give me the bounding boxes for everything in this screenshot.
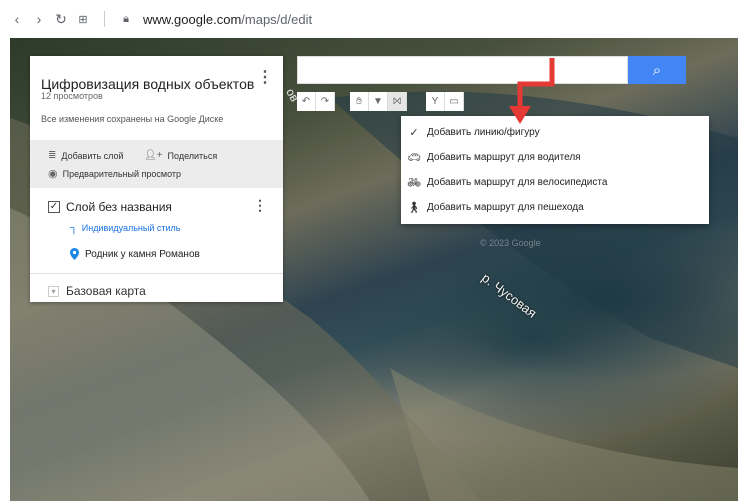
share-label: Поделиться <box>167 150 218 161</box>
extra-tools-group: Υ ▭ <box>426 92 464 112</box>
eye-icon: ◉ <box>48 168 58 180</box>
menu-item-driving-route[interactable]: 🚗︎ Добавить маршрут для водителя <box>401 145 709 169</box>
url-path: /maps/d/edit <box>241 11 313 27</box>
divider <box>30 273 283 274</box>
layer-checkbox[interactable]: ✓ <box>48 201 60 213</box>
add-layer-button[interactable]: ≣ Добавить слой <box>48 150 124 161</box>
redo-icon[interactable]: ↷ <box>316 92 335 111</box>
checkmark-icon: ✓ <box>409 126 419 139</box>
draw-options-menu: ✓ Добавить линию/фигуру 🚗︎ Добавить марш… <box>401 116 709 224</box>
preview-button[interactable]: ◉ Предварительный просмотр <box>48 167 181 180</box>
forward-icon[interactable]: › <box>28 11 50 27</box>
layer-name[interactable]: Слой без названия <box>66 200 172 214</box>
pedestrian-icon: 🚶︎ <box>407 201 421 214</box>
layer-style-link[interactable]: ┐ Индивидуальный стиль <box>70 222 180 234</box>
toolbar-divider <box>104 11 105 27</box>
more-options-icon[interactable]: ⋮ <box>257 70 273 86</box>
menu-item-walking-route[interactable]: 🚶︎ Добавить маршрут для пешехода <box>401 195 709 219</box>
address-bar[interactable]: www.google.com/maps/d/edit <box>143 12 312 27</box>
menu-item-label: Добавить маршрут для пешехода <box>427 201 584 213</box>
ruler-icon[interactable]: ▭ <box>445 92 464 111</box>
preview-label: Предварительный просмотр <box>62 168 182 179</box>
layer-style-label: Индивидуальный стиль <box>81 223 181 233</box>
basemap-label: Базовая карта <box>66 284 146 298</box>
url-domain: www.google.com <box>143 11 242 27</box>
add-layer-label: Добавить слой <box>61 150 124 161</box>
map-title[interactable]: Цифровизация водных объектов <box>41 76 254 92</box>
add-marker-icon[interactable]: ▼ <box>369 92 388 111</box>
expand-arrow-icon[interactable]: ▾ <box>48 285 59 297</box>
car-icon: 🚗︎ <box>407 151 421 164</box>
undo-redo-group: ↶ ↷ <box>297 92 335 112</box>
menu-item-label: Добавить линию/фигуру <box>427 126 540 138</box>
browser-toolbar: ‹ › ↻ ⊞ 🔒︎ www.google.com/maps/d/edit <box>0 0 738 38</box>
views-count: 12 просмотров <box>41 91 103 101</box>
feature-item[interactable]: Родник у камня Романов <box>70 248 200 260</box>
bicycle-icon: 🚲︎ <box>407 176 421 189</box>
layer-options-icon[interactable]: ⋮ <box>253 198 267 212</box>
add-person-icon: 👤︎+ <box>144 150 163 161</box>
draw-line-icon[interactable]: ⨝ <box>388 92 407 111</box>
feature-name: Родник у камня Романов <box>85 248 200 260</box>
apps-icon[interactable]: ⊞ <box>72 13 94 26</box>
search-icon: ⌕ <box>652 61 662 79</box>
paint-roller-icon: ┐ <box>70 222 78 234</box>
search-button[interactable]: ⌕ <box>628 56 686 84</box>
hand-pan-icon[interactable]: ✋︎ <box>350 92 369 111</box>
menu-item-label: Добавить маршрут для водителя <box>427 151 581 163</box>
search-input[interactable] <box>297 56 628 84</box>
menu-item-cycling-route[interactable]: 🚲︎ Добавить маршрут для велосипедиста <box>401 170 709 194</box>
layers-icon: ≣ <box>48 150 57 161</box>
lock-icon: 🔒︎ <box>123 12 129 25</box>
layer-row[interactable]: ✓ Слой без названия <box>48 200 172 214</box>
back-icon[interactable]: ‹ <box>6 11 28 27</box>
menu-item-label: Добавить маршрут для велосипедиста <box>427 176 608 188</box>
directions-icon[interactable]: Υ <box>426 92 445 111</box>
reload-icon[interactable]: ↻ <box>50 11 72 28</box>
panel-actions: ≣ Добавить слой 👤︎+ Поделиться ◉ Предвар… <box>30 140 283 188</box>
map-tools-group: ✋︎ ▼ ⨝ <box>350 92 407 112</box>
save-status: Все изменения сохранены на Google Диске <box>41 114 224 124</box>
undo-icon[interactable]: ↶ <box>297 92 316 111</box>
menu-item-add-line[interactable]: ✓ Добавить линию/фигуру <box>401 120 709 144</box>
basemap-row[interactable]: ▾ Базовая карта <box>48 284 146 298</box>
map-pin-icon <box>70 248 79 260</box>
share-button[interactable]: 👤︎+ Поделиться <box>144 150 217 161</box>
map-watermark: © 2023 Google <box>480 238 541 248</box>
map-sidebar-panel: Цифровизация водных объектов 12 просмотр… <box>30 56 283 302</box>
